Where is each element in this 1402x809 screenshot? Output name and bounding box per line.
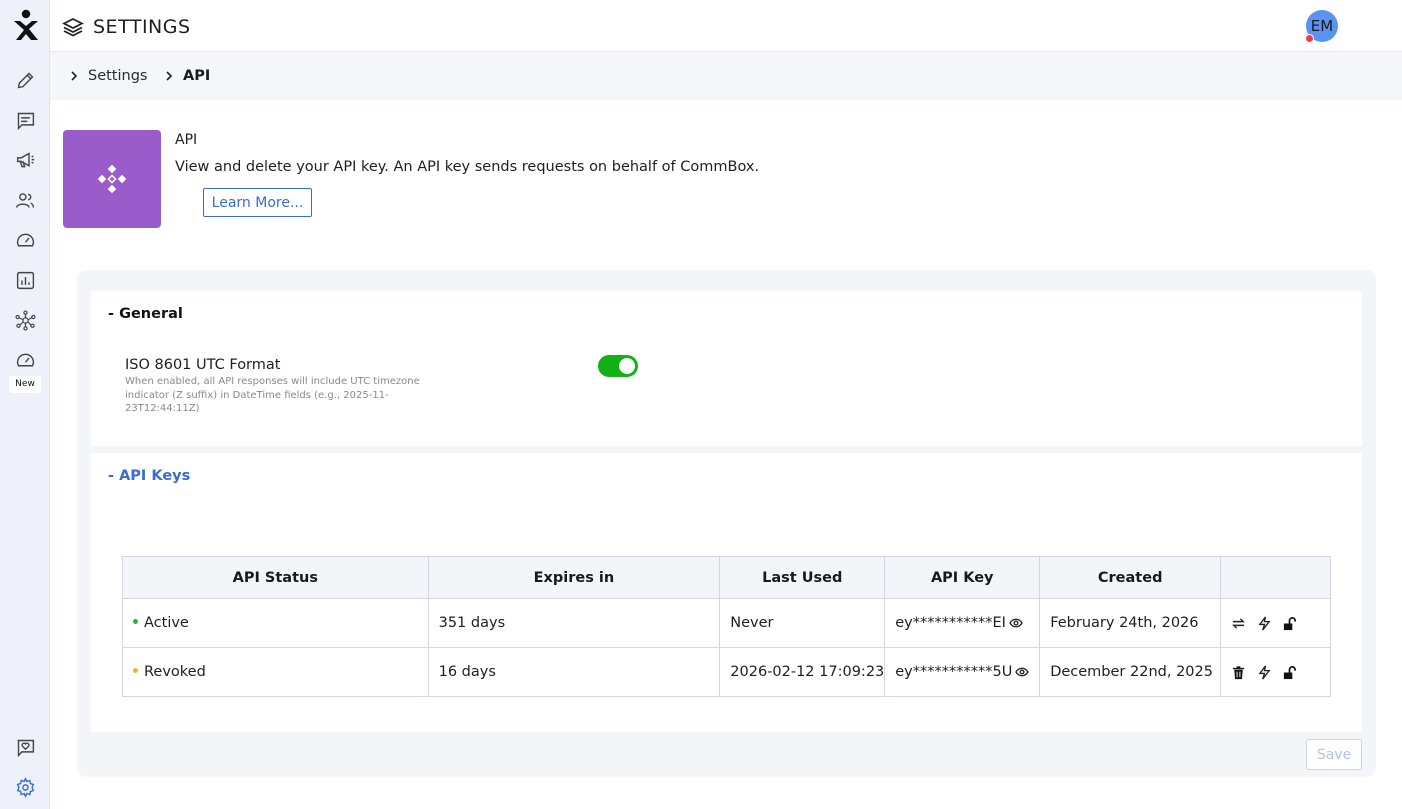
bar-chart-icon[interactable] [13,268,37,292]
column-header: API Status [122,556,429,599]
save-button[interactable]: Save [1306,739,1362,770]
status-label: Revoked [144,664,206,680]
api-icon [97,164,127,194]
api-key-value: ey***********5U [895,664,1013,680]
lightning-icon[interactable] [1257,616,1272,631]
unlock-icon[interactable] [1282,665,1297,680]
column-header: Last Used [719,556,886,599]
api-keys-table: API Status Expires in Last Used API Key … [122,556,1331,697]
breadcrumb: Settings API [50,52,1402,100]
last-used-cell: Never [719,598,886,648]
eye-icon[interactable] [1015,667,1030,677]
speedometer-icon[interactable] [13,228,37,252]
iso-format-toggle[interactable] [598,355,638,377]
learn-more-button[interactable]: Learn More... [203,188,312,217]
breadcrumb-settings[interactable]: Settings [88,68,147,84]
created-cell: February 24th, 2026 [1039,598,1222,648]
network-icon[interactable] [13,308,37,332]
created-cell: December 22nd, 2025 [1039,647,1222,697]
intro-title: API [175,132,198,148]
api-tile [63,130,161,228]
lightning-icon[interactable] [1257,665,1272,680]
expires-cell: 16 days [427,647,721,697]
api-key-value: ey***********EI [895,615,1006,631]
column-header: API Key [884,556,1041,599]
speedometer-new-icon[interactable] [13,348,37,372]
rotate-icon[interactable] [1231,616,1246,631]
api-keys-section-title[interactable]: - API Keys [108,468,190,484]
api-key-cell: ey***********5U [884,647,1041,697]
unlock-icon[interactable] [1282,616,1297,631]
status-cell: Active [122,598,429,648]
eye-icon[interactable] [1009,618,1023,628]
top-bar: SETTINGS [50,0,1402,52]
status-dot [1305,34,1314,43]
last-used-cell: 2026-02-12 17:09:23 [719,647,886,697]
pencil-icon[interactable] [13,68,37,92]
api-key-cell: ey***********EI [884,598,1041,648]
page-title: SETTINGS [93,16,191,38]
general-section-title[interactable]: - General [108,306,183,322]
gear-icon[interactable] [13,775,37,799]
iso-format-description: When enabled, all API responses will inc… [125,376,420,414]
chevron-right-icon [71,71,78,81]
table-row: Revoked 16 days 2026-02-12 17:09:23 ey**… [122,647,1331,697]
column-header: Expires in [427,556,721,599]
actions-cell [1220,598,1331,648]
heart-chat-icon[interactable] [13,735,37,759]
general-section [91,291,1362,446]
table-header-row: API Status Expires in Last Used API Key … [122,556,1331,599]
status-dot [133,667,138,673]
iso-format-label: ISO 8601 UTC Format [125,357,281,373]
layers-icon [62,18,84,37]
new-badge: New [9,376,41,393]
chevron-right-icon [166,71,173,81]
megaphone-icon[interactable] [13,148,37,172]
trash-icon[interactable] [1231,665,1246,680]
intro-description: View and delete your API key. An API key… [175,159,760,175]
column-header: Created [1039,556,1222,599]
sidebar: New [0,0,50,809]
users-icon[interactable] [13,188,37,212]
status-dot [133,618,138,624]
chat-icon[interactable] [13,108,37,132]
breadcrumb-api: API [183,68,211,84]
column-header [1220,556,1331,599]
actions-cell [1220,647,1331,697]
commbox-logo[interactable] [13,9,39,41]
table-row: Active 351 days Never ey***********EI Fe… [122,598,1331,648]
status-cell: Revoked [122,647,429,697]
expires-cell: 351 days [427,598,721,648]
status-label: Active [144,615,189,631]
